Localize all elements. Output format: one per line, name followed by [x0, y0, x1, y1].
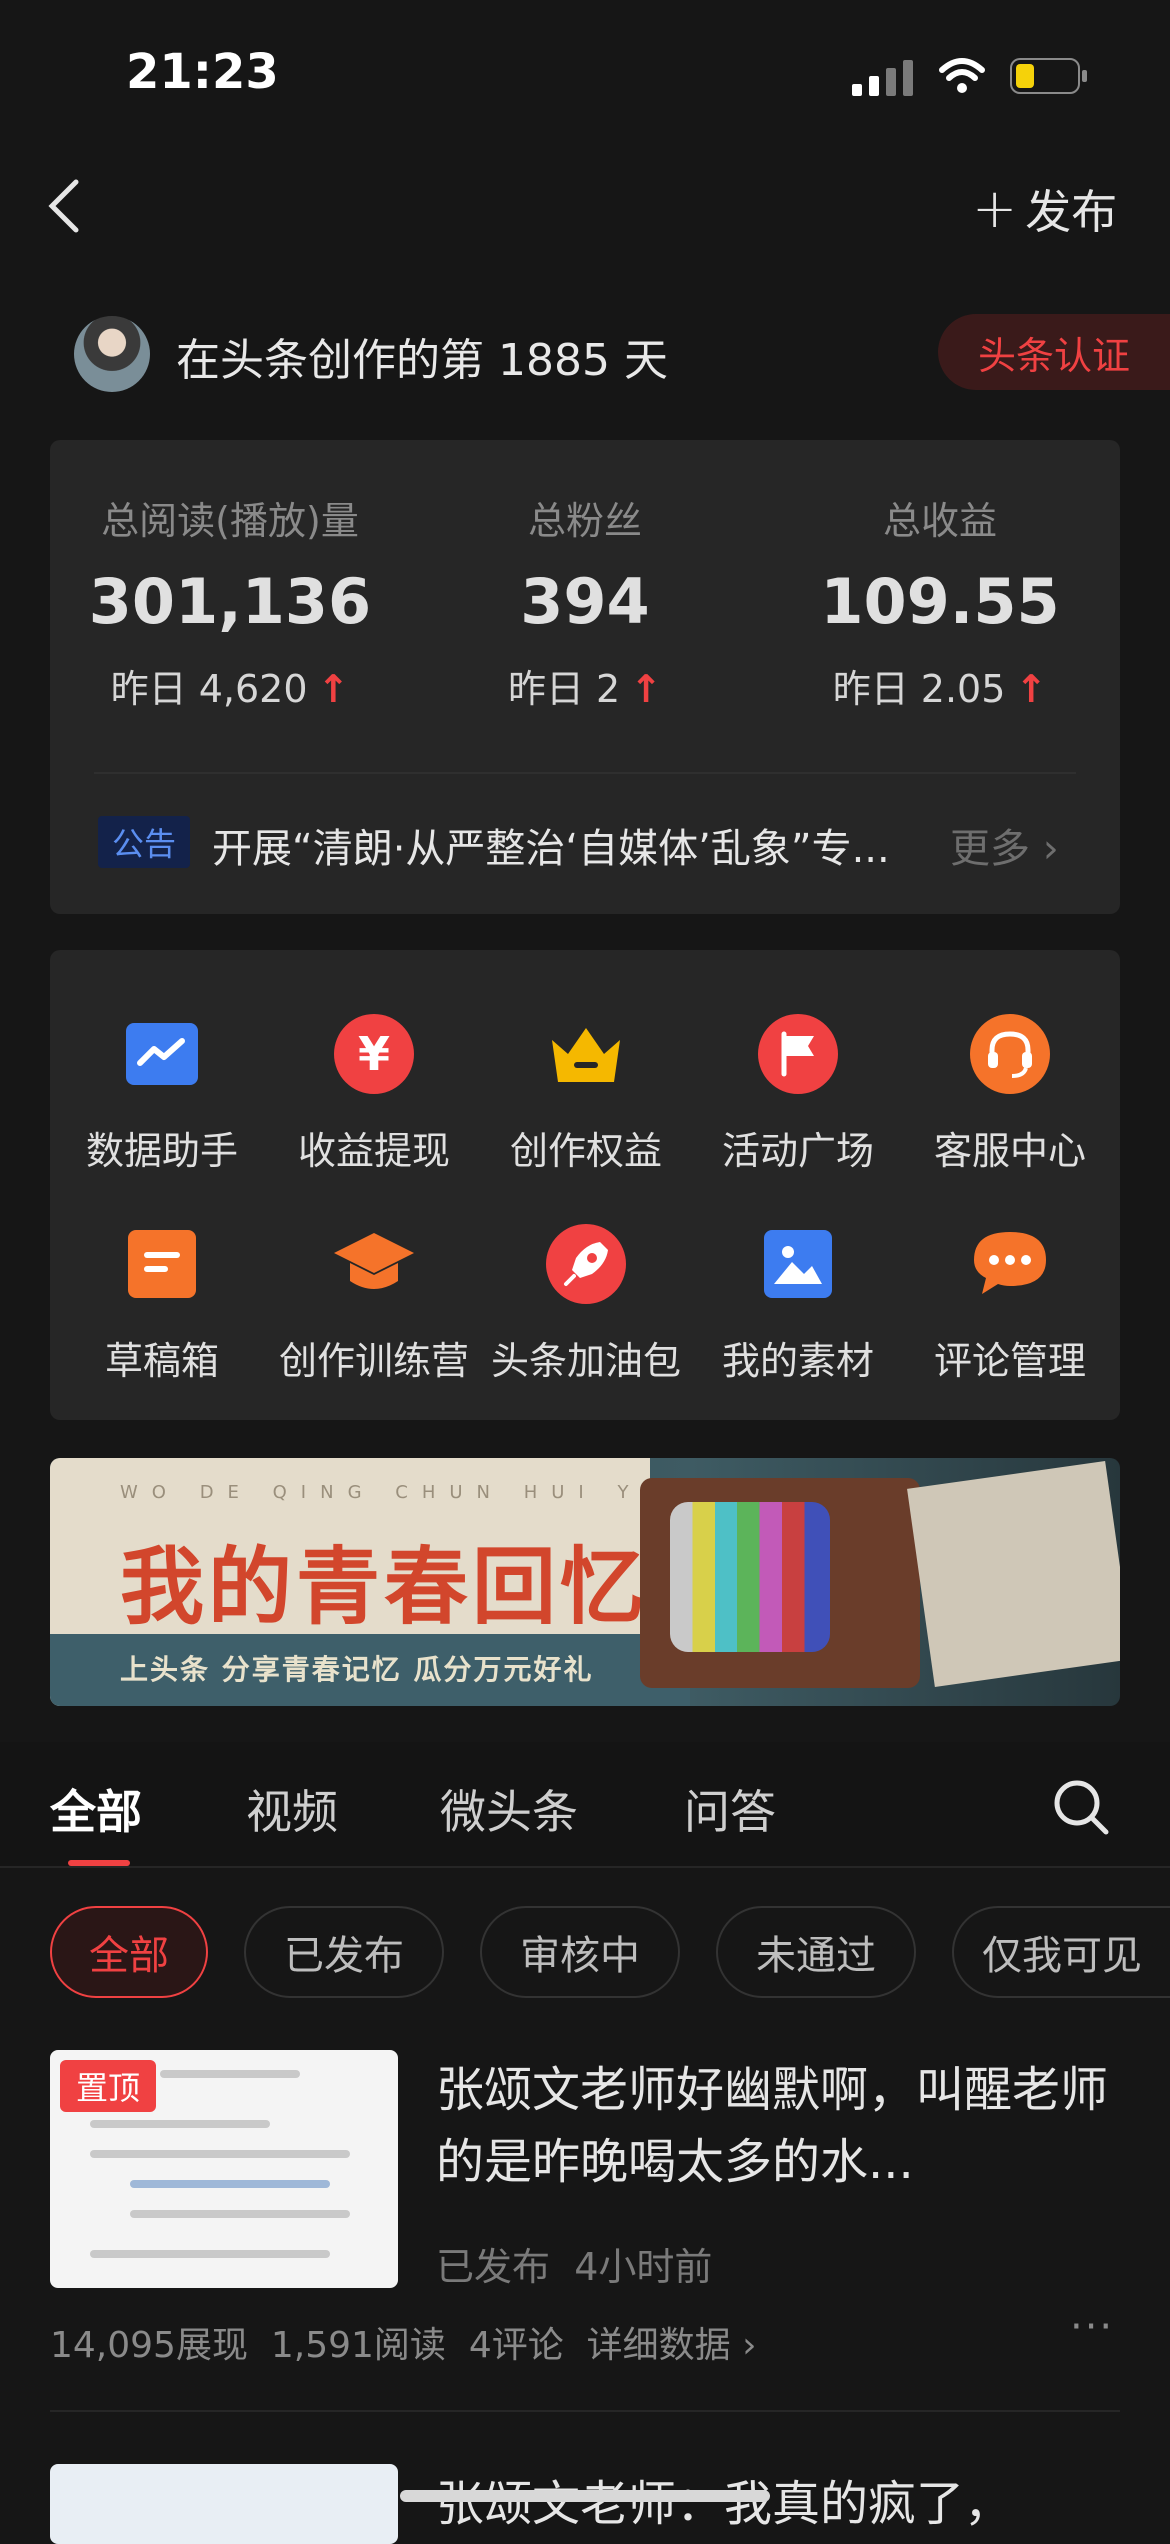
stat-total-fans[interactable]: 总粉丝 394 昨日 2 ↑ — [405, 490, 765, 713]
comment-icon — [968, 1222, 1052, 1306]
filter-all[interactable]: 全部 — [50, 1906, 208, 1998]
stat-label: 总收益 — [882, 499, 997, 543]
home-indicator — [400, 2490, 770, 2502]
creator-days-text: 在头条创作的第 1885 天 — [176, 335, 668, 386]
filter-reviewing[interactable]: 审核中 — [480, 1906, 680, 1998]
svg-text:¥: ¥ — [358, 1027, 390, 1081]
stat-value: 394 — [520, 565, 650, 638]
photos-illustration — [907, 1461, 1120, 1687]
rocket-icon — [544, 1222, 628, 1306]
more-options-icon[interactable]: ··· — [1070, 2304, 1114, 2350]
promo-banner[interactable]: WO DE QING CHUN HUI YI LU 我的青春回忆录 上头条 分享… — [50, 1458, 1120, 1706]
filter-rejected[interactable]: 未通过 — [716, 1906, 916, 1998]
tool-income-withdraw[interactable]: ¥ 收益提现 — [268, 1012, 480, 1175]
article-title[interactable]: 张颂文老师好幽默啊，叫醒老师的是昨晚喝太多的水... — [436, 2054, 1136, 2198]
filter-private[interactable]: 仅我可见 — [952, 1906, 1170, 1998]
tool-drafts[interactable]: 草稿箱 — [56, 1222, 268, 1385]
stat-label: 总阅读(播放)量 — [101, 499, 359, 543]
tool-customer-service[interactable]: 客服中心 — [904, 1012, 1116, 1175]
flag-icon — [756, 1012, 840, 1096]
graduation-cap-icon — [332, 1222, 416, 1306]
divider — [0, 1866, 1170, 1868]
publish-label: 发布 — [1025, 185, 1118, 239]
tool-data-assistant[interactable]: 数据助手 — [56, 1012, 268, 1175]
detail-data-link[interactable]: 详细数据 › — [587, 2325, 757, 2366]
tv-screen — [670, 1502, 830, 1652]
filter-published[interactable]: 已发布 — [244, 1906, 444, 1998]
banner-subtitle: 上头条 分享青春记忆 瓜分万元好礼 — [120, 1653, 594, 1686]
arrow-up-icon: ↑ — [630, 667, 663, 711]
battery-icon — [1010, 58, 1087, 94]
chevron-right-icon: › — [1042, 826, 1059, 872]
tab-video[interactable]: 视频 — [246, 1776, 338, 1842]
tool-boost-pack[interactable]: 头条加油包 — [480, 1222, 692, 1385]
stat-total-reads[interactable]: 总阅读(播放)量 301,136 昨日 4,620 ↑ — [50, 490, 410, 713]
cellular-signal-icon — [852, 60, 913, 96]
stat-value: 109.55 — [820, 565, 1060, 638]
yuan-icon: ¥ — [332, 1012, 416, 1096]
verification-badge[interactable]: 头条认证 — [938, 314, 1170, 390]
tool-activity-square[interactable]: 活动广场 — [692, 1012, 904, 1175]
avatar[interactable] — [74, 316, 150, 392]
notice-more-link[interactable]: 更多 › — [950, 816, 1059, 874]
image-icon — [756, 1222, 840, 1306]
stat-label: 总粉丝 — [527, 499, 642, 543]
chevron-right-icon: › — [742, 2325, 757, 2366]
notice-text[interactable]: 开展“清朗·从严整治‘自媒体’乱象”专... — [212, 816, 890, 874]
crown-icon — [544, 1012, 628, 1096]
tab-all[interactable]: 全部 — [50, 1776, 142, 1842]
arrow-up-icon: ↑ — [317, 667, 350, 711]
plus-icon: + — [972, 177, 1018, 240]
wifi-icon — [939, 58, 985, 93]
tool-my-materials[interactable]: 我的素材 — [692, 1222, 904, 1385]
article-thumbnail[interactable] — [50, 2464, 398, 2544]
article-status: 已发布 4小时前 — [436, 2245, 713, 2289]
arrow-up-icon: ↑ — [1015, 667, 1048, 711]
divider — [50, 2410, 1120, 2412]
search-icon[interactable] — [1052, 1778, 1110, 1836]
stat-total-income[interactable]: 总收益 109.55 昨日 2.05 ↑ — [760, 490, 1120, 713]
tool-creator-rights[interactable]: 创作权益 — [480, 1012, 692, 1175]
divider — [94, 772, 1076, 774]
article-stats: 14,095展现 1,591阅读 4评论 详细数据 › — [50, 2325, 757, 2366]
back-icon[interactable] — [44, 176, 84, 236]
tabs-bar — [0, 1742, 1170, 1866]
publish-button[interactable]: + 发布 — [972, 176, 1117, 242]
tool-training-camp[interactable]: 创作训练营 — [268, 1222, 480, 1385]
data-chart-icon — [120, 1012, 204, 1096]
status-time: 21:23 — [126, 44, 279, 100]
tab-micro-post[interactable]: 微头条 — [440, 1776, 578, 1842]
stat-delta: 昨日 2.05 ↑ — [832, 667, 1048, 711]
stat-delta: 昨日 4,620 ↑ — [110, 667, 350, 711]
headset-icon — [968, 1012, 1052, 1096]
notice-tag: 公告 — [98, 816, 190, 868]
stat-delta: 昨日 2 ↑ — [507, 667, 663, 711]
stat-value: 301,136 — [88, 565, 372, 638]
draft-icon — [120, 1222, 204, 1306]
tool-comment-management[interactable]: 评论管理 — [904, 1222, 1116, 1385]
pinned-badge: 置顶 — [60, 2060, 156, 2112]
tab-qa[interactable]: 问答 — [684, 1776, 776, 1842]
